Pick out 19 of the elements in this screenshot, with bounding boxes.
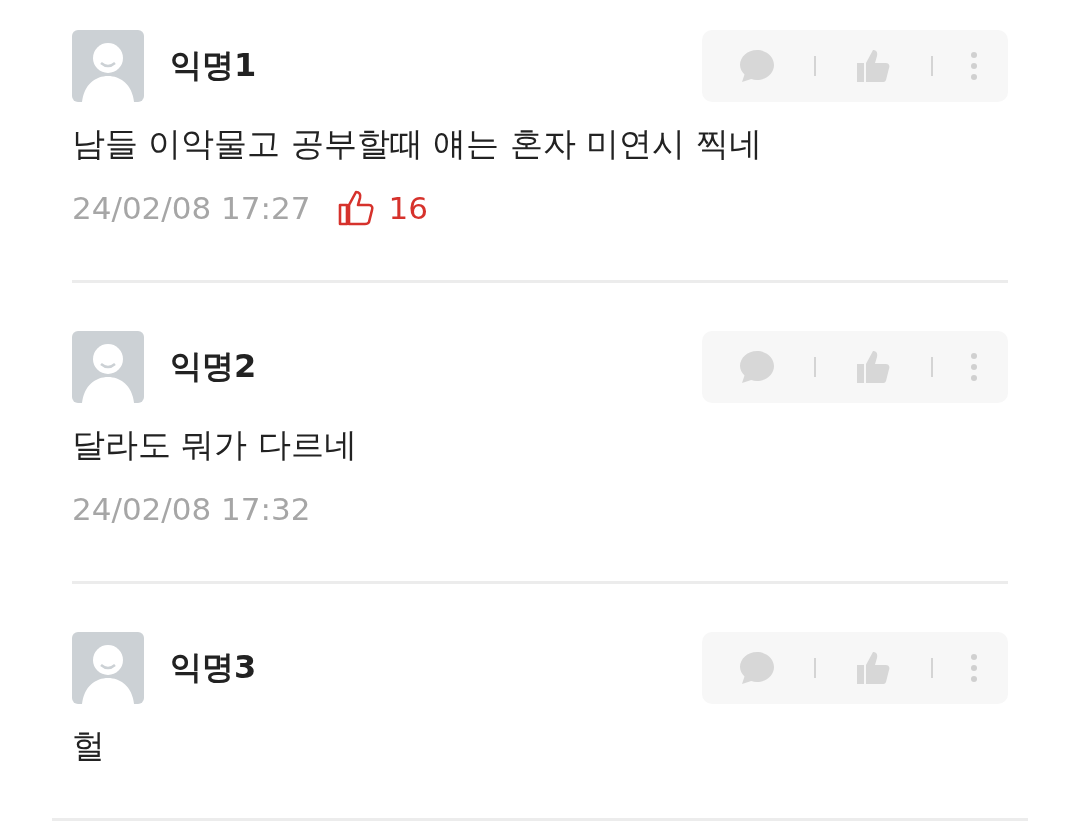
more-icon[interactable] xyxy=(970,51,978,81)
like-count: 16 xyxy=(388,190,428,226)
comment-text: 달라도 뭐가 다르네 xyxy=(72,424,358,466)
more-icon[interactable] xyxy=(970,653,978,683)
reply-icon[interactable] xyxy=(738,650,776,686)
avatar xyxy=(72,331,144,403)
comment-date: 24/02/08 17:27 xyxy=(72,190,311,226)
more-icon[interactable] xyxy=(970,352,978,382)
author-name: 익명2 xyxy=(170,346,258,387)
thumbs-up-icon xyxy=(336,188,377,228)
comment-text: 남들 이악물고 공부할때 얘는 혼자 미연시 찍네 xyxy=(72,123,763,165)
avatar xyxy=(72,632,144,704)
author-name: 익명1 xyxy=(170,45,258,86)
comment-date: 24/02/08 17:32 xyxy=(72,491,311,527)
comment-text: 헐 xyxy=(72,725,106,767)
avatar xyxy=(72,30,144,102)
author-name: 익명3 xyxy=(170,647,258,688)
reply-icon[interactable] xyxy=(738,349,776,385)
reply-icon[interactable] xyxy=(738,48,776,84)
